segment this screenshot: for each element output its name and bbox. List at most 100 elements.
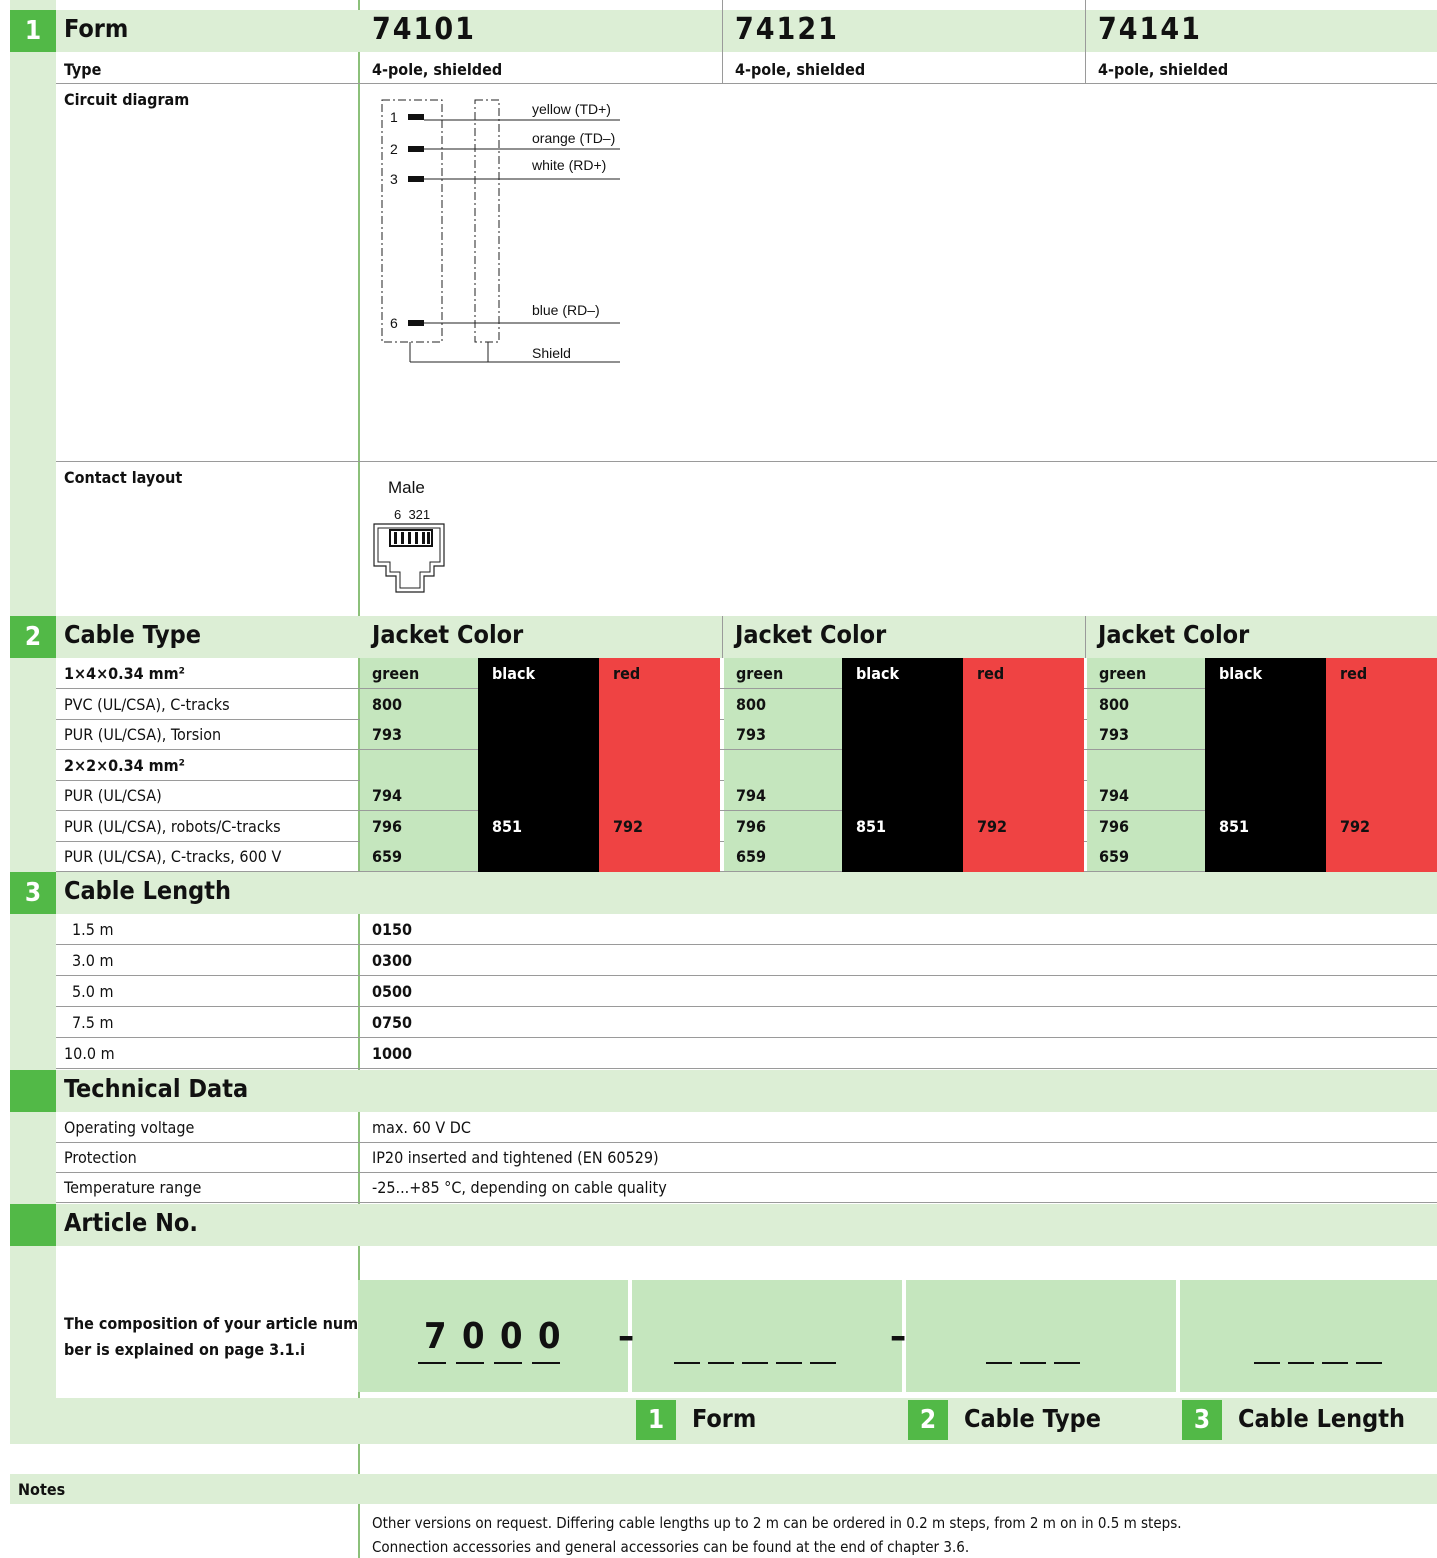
jacket-color-cell-green: 659	[360, 841, 478, 872]
jacket-color-cell-red	[963, 841, 1084, 872]
form-header-bar	[10, 10, 1437, 52]
technical-green-marker	[10, 1070, 56, 1112]
cable-length-label: Cable Length	[64, 876, 232, 905]
notes-label: Notes	[18, 1480, 66, 1499]
wire-label: white (RD+)	[531, 157, 606, 173]
blank-slot[interactable]	[776, 1362, 802, 1364]
pin-label: 1	[390, 109, 398, 125]
circuit-diagram-label: Circuit diagram	[64, 90, 190, 109]
pin-label: 3	[390, 171, 398, 187]
legend-label: Form	[692, 1404, 757, 1433]
jacket-color-cell-black: black	[1205, 658, 1326, 689]
blank-slot[interactable]	[1322, 1362, 1348, 1364]
article-digit: 7	[424, 1316, 447, 1357]
jacket-color-cell-green	[1087, 750, 1205, 781]
jacket-color-cell-black: black	[478, 658, 599, 689]
jacket-color-cell-black	[478, 719, 599, 750]
legend-number: 1	[636, 1400, 676, 1440]
pin-label: 6	[390, 315, 398, 331]
digit-underline	[532, 1362, 560, 1364]
jacket-color-cell-red: 792	[599, 811, 720, 842]
jacket-color-cell-red	[599, 780, 720, 811]
article-digit: 0	[538, 1316, 561, 1357]
article-digit: 0	[500, 1316, 523, 1357]
technical-data-value: max. 60 V DC	[372, 1118, 471, 1137]
jacket-color-cell-green: 796	[724, 811, 842, 842]
cable-type-row-label: PUR (UL/CSA)	[64, 786, 162, 805]
jacket-color-cell-red	[599, 750, 720, 781]
type-value-3: 4-pole, shielded	[1098, 60, 1229, 79]
technical-data-value: -25...+85 °C, depending on cable quality	[372, 1178, 667, 1197]
jacket-color-label-3: Jacket Color	[1098, 620, 1250, 649]
jacket-color-cell-black: black	[842, 658, 963, 689]
article-green-marker	[10, 1204, 56, 1246]
form-74101: 74101	[372, 12, 476, 47]
jacket-color-cell-green: green	[1087, 658, 1205, 689]
pin-label: 2	[390, 141, 398, 157]
jacket-color-cell-red	[1326, 841, 1437, 872]
jacket-color-cell-black	[1205, 719, 1326, 750]
legend-label: Cable Type	[964, 1404, 1101, 1433]
blank-slot[interactable]	[1254, 1362, 1280, 1364]
jacket-color-cell-red: 792	[1326, 811, 1437, 842]
cable-length-code: 0150	[372, 920, 413, 939]
cable-type-label: Cable Type	[64, 620, 201, 649]
cable-length-code: 1000	[372, 1044, 413, 1063]
contact-gender: Male	[388, 478, 425, 497]
section-number-2: 2	[10, 616, 56, 658]
section-number-3: 3	[10, 872, 56, 914]
form-74141: 74141	[1098, 12, 1202, 47]
rj45-connector-icon	[373, 523, 445, 593]
legend-number: 2	[908, 1400, 948, 1440]
blank-slot[interactable]	[1356, 1362, 1382, 1364]
blank-slot[interactable]	[1288, 1362, 1314, 1364]
cable-type-row-label: 2×2×0.34 mm²	[64, 756, 185, 775]
notes-line: Other versions on request. Differing cab…	[372, 1514, 1182, 1532]
jacket-color-cell-black	[478, 750, 599, 781]
jacket-color-cell-green: 794	[1087, 780, 1205, 811]
jacket-color-cell-black	[1205, 780, 1326, 811]
digit-underline	[456, 1362, 484, 1364]
blank-slot[interactable]	[986, 1362, 1012, 1364]
cable-length-value: 10.0 m	[64, 1044, 115, 1063]
cable-type-row-label: PUR (UL/CSA), Torsion	[64, 725, 222, 744]
cable-length-row	[56, 976, 1437, 1007]
jacket-color-cell-red	[963, 750, 1084, 781]
notes-line: Connection accessories and general acces…	[372, 1538, 970, 1556]
jacket-color-cell-black	[1205, 750, 1326, 781]
jacket-color-cell-black: 851	[1205, 811, 1326, 842]
jacket-col-divider	[722, 616, 723, 658]
legend-label: Cable Length	[1238, 1404, 1406, 1433]
jacket-color-cell-green: 793	[724, 719, 842, 750]
jacket-color-cell-green: 659	[1087, 841, 1205, 872]
article-box-cable	[906, 1280, 1176, 1392]
cable-length-row	[56, 1038, 1437, 1069]
blank-slot[interactable]	[1054, 1362, 1080, 1364]
jacket-color-cell-red	[963, 719, 1084, 750]
section-number-1: 1	[10, 10, 56, 52]
blank-slot[interactable]	[1020, 1362, 1046, 1364]
jacket-color-cell-green	[724, 750, 842, 781]
legend-number: 3	[1182, 1400, 1222, 1440]
jacket-color-cell-red	[963, 689, 1084, 720]
shield-label: Shield	[532, 345, 571, 361]
circuit-diagram: 1 2 3 6 yellow (TD+) orange (TD–) white …	[381, 99, 620, 363]
article-header-bar	[10, 1204, 1437, 1246]
jacket-color-cell-green: 800	[1087, 689, 1205, 720]
blank-slot[interactable]	[742, 1362, 768, 1364]
jacket-color-cell-red	[599, 719, 720, 750]
blank-slot[interactable]	[708, 1362, 734, 1364]
cable-type-row-label: PVC (UL/CSA), C-tracks	[64, 695, 230, 714]
cable-length-value: 5.0 m	[72, 982, 114, 1001]
jacket-color-cell-red	[1326, 780, 1437, 811]
jacket-color-label-1: Jacket Color	[372, 620, 524, 649]
form-label: Form	[64, 14, 129, 43]
jacket-color-cell-black	[478, 689, 599, 720]
blank-slot[interactable]	[810, 1362, 836, 1364]
technical-data-key: Temperature range	[64, 1178, 202, 1197]
technical-data-label: Technical Data	[64, 1074, 249, 1103]
blank-slot[interactable]	[674, 1362, 700, 1364]
technical-data-row	[56, 1143, 1437, 1173]
jacket-color-cell-black: 851	[478, 811, 599, 842]
wire-label: orange (TD–)	[532, 130, 615, 146]
